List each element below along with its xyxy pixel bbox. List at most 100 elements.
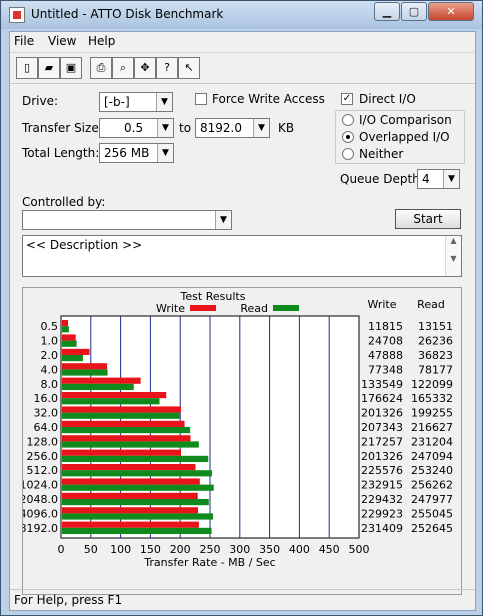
print-icon[interactable]: ⎙ (90, 57, 112, 79)
total-length-value: 256 MB (104, 146, 150, 160)
total-length-combo[interactable]: 256 MB ▼ (99, 143, 174, 163)
x-tick-label: 150 (140, 543, 161, 556)
controlled-by-label: Controlled by: (22, 195, 106, 209)
read-value: 247977 (411, 493, 453, 506)
read-bar (62, 455, 209, 462)
read-bar (62, 470, 212, 477)
write-value: 217257 (361, 435, 403, 448)
description-scrollbar[interactable]: ▲ ▼ (445, 236, 461, 276)
minimize-button[interactable]: ▁ (374, 2, 400, 21)
write-value: 176624 (361, 392, 403, 405)
start-button[interactable]: Start (395, 209, 461, 229)
write-bar (62, 377, 141, 384)
read-bar (62, 369, 108, 376)
results-title: Test Results (180, 290, 246, 303)
queue-depth-label: Queue Depth: (340, 172, 424, 186)
chevron-down-icon[interactable]: ▼ (253, 119, 269, 137)
block-size-label: 2048.0 (23, 493, 58, 506)
legend-write-label: Write (156, 302, 185, 315)
chevron-down-icon[interactable]: ▼ (157, 144, 173, 162)
block-size-label: 8192.0 (23, 522, 58, 535)
read-bar (62, 340, 77, 347)
block-size-label: 0.5 (41, 320, 59, 333)
close-button[interactable]: ✕ (428, 2, 474, 21)
open-folder-icon[interactable]: ▰ (38, 57, 60, 79)
write-bar (62, 334, 76, 341)
new-document-icon[interactable]: ▯ (16, 57, 38, 79)
block-size-label: 16.0 (34, 392, 59, 405)
x-tick-label: 200 (170, 543, 191, 556)
write-bar (62, 435, 191, 442)
write-value: 207343 (361, 421, 403, 434)
read-value: 231204 (411, 435, 453, 448)
io-comparison-label: I/O Comparison (359, 113, 452, 127)
move-icon[interactable]: ✥ (134, 57, 156, 79)
queue-depth-combo[interactable]: 4 ▼ (417, 169, 460, 189)
write-bar (62, 492, 198, 499)
write-bar (62, 406, 181, 413)
read-value: 26236 (418, 335, 453, 348)
read-bar (62, 412, 180, 419)
chevron-down-icon[interactable]: ▼ (443, 170, 459, 188)
write-value: 24708 (368, 335, 403, 348)
total-length-label: Total Length: (22, 146, 100, 160)
write-bar (62, 507, 199, 514)
x-tick-label: 300 (229, 543, 250, 556)
write-value: 11815 (368, 320, 403, 333)
write-bar (62, 363, 108, 370)
write-value: 201326 (361, 407, 403, 420)
menu-help[interactable]: Help (88, 34, 115, 48)
print-preview-icon[interactable]: ⌕ (112, 57, 134, 79)
column-header-read: Read (417, 298, 445, 311)
x-tick-label: 350 (259, 543, 280, 556)
direct-io-checkbox[interactable]: ✓ (341, 93, 353, 105)
app-icon (9, 7, 25, 23)
read-bar (62, 398, 160, 405)
chevron-down-icon[interactable]: ▼ (157, 119, 173, 137)
x-tick-label: 400 (289, 543, 310, 556)
transfer-size-to-combo[interactable]: 8192.0 ▼ (195, 118, 270, 138)
chevron-down-icon[interactable]: ▼ (156, 93, 172, 111)
menu-file[interactable]: File (14, 34, 34, 48)
direct-io-label: Direct I/O (359, 92, 416, 106)
menu-view[interactable]: View (48, 34, 76, 48)
block-size-label: 32.0 (34, 407, 59, 420)
write-value: 47888 (368, 349, 403, 362)
force-write-checkbox[interactable] (195, 93, 207, 105)
read-bar (62, 383, 134, 390)
io-comparison-radio[interactable] (342, 114, 354, 126)
read-value: 122099 (411, 378, 453, 391)
description-box[interactable]: << Description >> ▲ ▼ (22, 235, 462, 277)
title-bar: Untitled - ATTO Disk Benchmark ▁ ▢ ✕ (1, 1, 482, 29)
write-bar (62, 320, 69, 327)
read-value: 216627 (411, 421, 453, 434)
controlled-by-combo[interactable]: ▼ (22, 210, 232, 230)
help-question-icon[interactable]: ? (156, 57, 178, 79)
write-value: 229923 (361, 507, 403, 520)
read-bar (62, 499, 209, 506)
maximize-button[interactable]: ▢ (401, 2, 427, 21)
neither-label: Neither (359, 147, 404, 161)
neither-radio[interactable] (342, 148, 354, 160)
x-tick-label: 0 (58, 543, 65, 556)
write-bar (62, 478, 200, 485)
column-header-write: Write (367, 298, 396, 311)
save-icon[interactable]: ▣ (60, 57, 82, 79)
write-value: 133549 (361, 378, 403, 391)
x-axis-title: Transfer Rate - MB / Sec (143, 556, 275, 569)
overlapped-io-radio[interactable] (342, 131, 354, 143)
chevron-down-icon[interactable]: ▼ (215, 211, 231, 229)
read-value: 255045 (411, 507, 453, 520)
legend-read-swatch (273, 305, 299, 311)
write-bar (62, 521, 199, 528)
read-value: 253240 (411, 464, 453, 477)
x-tick-label: 450 (319, 543, 340, 556)
read-bar (62, 427, 191, 434)
drive-label: Drive: (22, 94, 59, 108)
legend-write-swatch (190, 305, 216, 311)
context-help-icon[interactable]: ↖ (178, 57, 200, 79)
write-bar (62, 464, 196, 471)
transfer-size-from-combo[interactable]: 0.5 ▼ (99, 118, 174, 138)
block-size-label: 1024.0 (23, 479, 58, 492)
drive-combo[interactable]: [-b-] ▼ (99, 92, 173, 112)
